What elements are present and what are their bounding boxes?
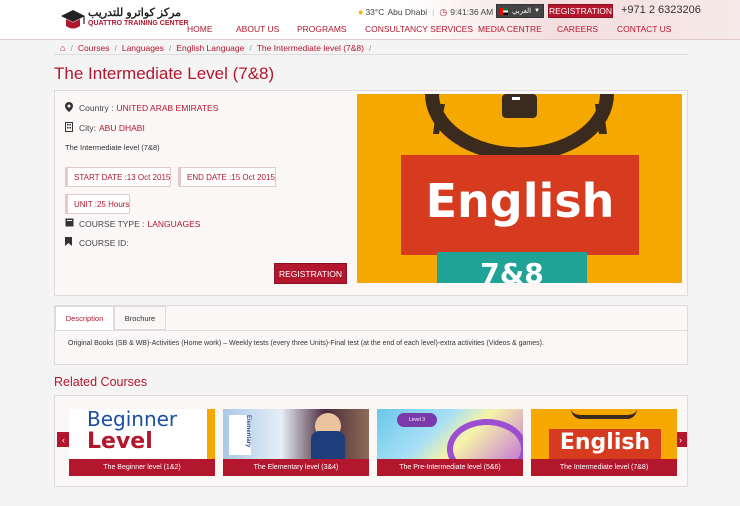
breadcrumb-courses[interactable]: Courses: [78, 43, 110, 53]
related-course-image: Elementary: [223, 409, 369, 459]
country-label: Country :: [79, 103, 114, 113]
related-course-card[interactable]: English The Intermediate level (7&8): [531, 409, 677, 476]
sun-icon: ●: [358, 7, 364, 17]
breadcrumb-current[interactable]: The Intermediate level (7&8): [257, 43, 364, 53]
breadcrumb-languages[interactable]: Languages: [122, 43, 164, 53]
header-registration-button[interactable]: REGISTRATION: [548, 4, 613, 18]
course-id-label: COURSE ID:: [79, 237, 129, 248]
hero-level-number: 7&8: [480, 257, 544, 283]
divider: |: [432, 7, 435, 17]
site-header: مركز كواترو للتدريب QUATTRO TRAINING CEN…: [0, 0, 740, 40]
description-text: Original Books (SB & WB)-Activities (Hom…: [68, 340, 544, 347]
related-course-caption: The Elementary level (3&4): [223, 459, 369, 476]
book-icon: [65, 218, 75, 229]
unit-box: UNIT :25 Hours: [65, 194, 130, 214]
city-value: ABU DHABI: [99, 123, 145, 133]
language-label: العربي: [511, 8, 532, 15]
bookmark-icon: [65, 237, 75, 248]
language-switcher[interactable]: العربي ▼: [496, 4, 544, 18]
nav-media-centre[interactable]: MEDIA CENTRE: [478, 24, 542, 34]
clock-icon: ◷: [439, 6, 448, 17]
country-value: UNITED ARAB EMIRATES: [116, 103, 219, 113]
start-date-box: START DATE :13 Oct 2015: [65, 167, 171, 187]
nav-consultancy-services[interactable]: CONSULTANCY SERVICES: [365, 24, 473, 34]
course-id-row: COURSE ID:: [65, 237, 129, 248]
phone-number: +971 2 6323206: [621, 4, 701, 16]
logo-arabic: مركز كواترو للتدريب: [88, 7, 182, 19]
related-course-card[interactable]: Beginner Level The Beginner level (1&2): [69, 409, 215, 476]
related-courses-heading: Related Courses: [54, 375, 148, 389]
course-tabs: Description Brochure Original Books (SB …: [54, 305, 688, 365]
course-type-value: LANGUAGES: [147, 218, 201, 229]
related-course-caption: The Beginner level (1&2): [69, 459, 215, 476]
course-details-panel: Country : UNITED ARAB EMIRATES City: ABU…: [54, 90, 688, 296]
nav-programs[interactable]: PROGRAMS: [297, 24, 347, 34]
weather-city: Abu Dhabi: [387, 7, 428, 17]
nav-about-us[interactable]: ABOUT US: [236, 24, 279, 34]
end-date-box: END DATE :15 Oct 2015: [178, 167, 276, 187]
nav-careers[interactable]: CAREERS: [557, 24, 598, 34]
weather-widget: ● 33°C Abu Dhabi | ◷ 9:41:36 AM: [358, 5, 493, 19]
page-title: The Intermediate Level (7&8): [54, 64, 275, 83]
tab-brochure[interactable]: Brochure: [114, 306, 166, 330]
related-course-card[interactable]: Level 3 The Pre-Intermediate level (5&6): [377, 409, 523, 476]
city-row: City: ABU DHABI: [65, 122, 145, 134]
related-course-card[interactable]: Elementary The Elementary level (3&4): [223, 409, 369, 476]
map-marker-icon: [65, 102, 75, 114]
hero-english-word: English: [425, 174, 615, 228]
country-row: Country : UNITED ARAB EMIRATES: [65, 102, 218, 114]
related-courses-carousel: ‹ › Beginner Level The Beginner level (1…: [54, 395, 688, 487]
main-nav: HOME ABOUT US PROGRAMS CONSULTANCY SERVI…: [0, 24, 740, 38]
related-course-caption: The Intermediate level (7&8): [531, 459, 677, 476]
registration-button[interactable]: REGISTRATION: [274, 263, 347, 284]
course-hero-image: English 7&8: [357, 94, 682, 283]
related-course-caption: The Pre-Intermediate level (5&6): [377, 459, 523, 476]
uae-flag-icon: [500, 7, 508, 15]
course-type-label: COURSE TYPE :: [79, 218, 145, 229]
city-label: City:: [79, 123, 96, 133]
related-course-image: Level 3: [377, 409, 523, 459]
breadcrumb-english-language[interactable]: English Language: [176, 43, 244, 53]
tab-description[interactable]: Description: [55, 306, 114, 330]
nav-home[interactable]: HOME: [187, 24, 213, 34]
related-course-image: Beginner Level: [69, 409, 215, 459]
breadcrumb: ⌂ / Courses / Languages / English Langua…: [54, 41, 688, 55]
clock-time: 9:41:36 AM: [450, 7, 494, 17]
building-icon: [65, 122, 75, 134]
tab-divider: [55, 330, 687, 331]
course-type-row: COURSE TYPE : LANGUAGES: [65, 218, 200, 229]
caret-down-icon: ▼: [534, 8, 540, 14]
related-course-image: English: [531, 409, 677, 459]
nav-contact-us[interactable]: CONTACT US: [617, 24, 671, 34]
temperature: 33°C: [365, 7, 385, 17]
home-icon[interactable]: ⌂: [60, 43, 65, 53]
course-subtitle: The Intermediate level (7&8): [65, 143, 160, 152]
